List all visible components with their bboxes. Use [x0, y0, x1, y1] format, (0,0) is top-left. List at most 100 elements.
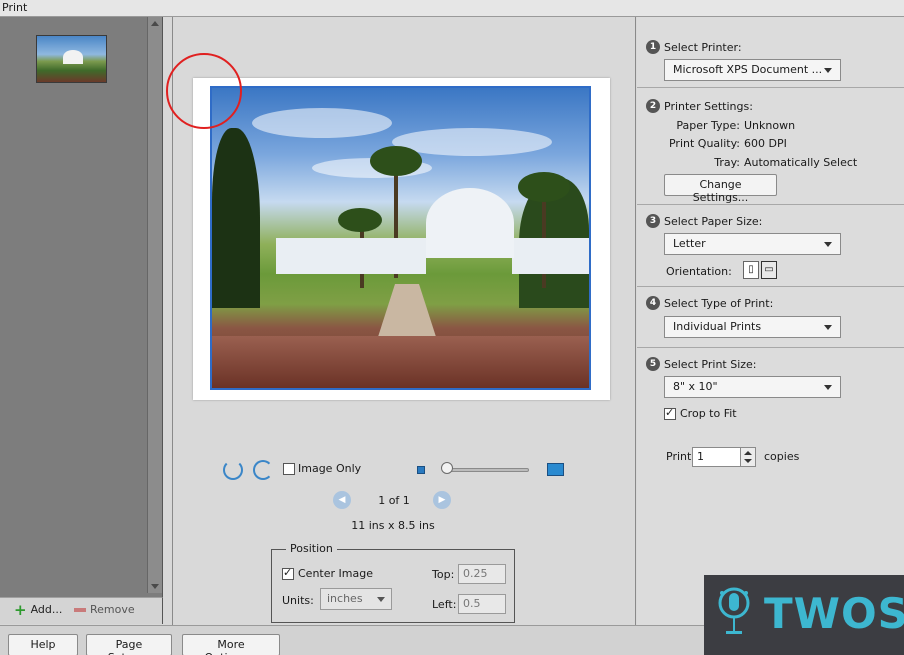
trees-left	[212, 128, 260, 308]
zoom-slider[interactable]	[447, 468, 529, 472]
chevron-down-icon	[824, 325, 832, 330]
conservatory-wing	[276, 238, 426, 274]
conservatory-wing	[512, 238, 589, 274]
more-options-button[interactable]: More Options...	[182, 634, 280, 655]
photo-thumbnail[interactable]	[36, 35, 107, 83]
units-select[interactable]: inches	[320, 588, 392, 610]
tray-label: Tray:	[714, 156, 740, 169]
crop-to-fit-checkbox[interactable]: Crop to Fit	[664, 406, 737, 420]
units-value: inches	[327, 592, 363, 605]
palm-crown	[518, 172, 570, 202]
next-page-icon[interactable]: ▶	[433, 491, 451, 509]
units-label: Units:	[282, 594, 314, 607]
brick-wall	[212, 336, 589, 388]
print-settings-panel: 1 Select Printer: Microsoft XPS Document…	[637, 17, 904, 625]
chevron-down-icon	[377, 597, 385, 602]
portrait-orientation-icon[interactable]: ▯	[743, 261, 759, 279]
paper-type-value: Unknown	[744, 119, 796, 132]
add-photo-button[interactable]: + Add...	[14, 600, 63, 619]
center-image-label: Center Image	[298, 567, 373, 580]
center-image-box[interactable]	[282, 566, 294, 580]
image-only-checkbox[interactable]: Image Only	[283, 462, 361, 475]
change-settings-button[interactable]: Change Settings...	[664, 174, 777, 204]
image-only-box[interactable]	[283, 462, 295, 475]
remove-label: Remove	[90, 603, 135, 616]
tray-value: Automatically Select	[744, 156, 858, 169]
help-button[interactable]: Help	[8, 634, 78, 655]
landscape-orientation-icon[interactable]: ▭	[761, 261, 777, 279]
print-size-value: 8" x 10"	[673, 380, 718, 393]
window-title: Print	[0, 0, 904, 17]
top-label: Top:	[432, 568, 455, 581]
palm-crown	[370, 146, 422, 176]
copies-label: copies	[764, 450, 800, 463]
cloud	[252, 108, 392, 138]
center-image-checkbox[interactable]: Center Image	[282, 566, 373, 580]
page-setup-button[interactable]: Page Setup...	[86, 634, 172, 655]
photo-preview[interactable]	[210, 86, 591, 390]
paper-size-select[interactable]: Letter	[664, 233, 841, 255]
left-label: Left:	[432, 598, 457, 611]
thumbnail-building	[63, 50, 83, 64]
print-size-title: Select Print Size:	[664, 358, 757, 371]
copies-input[interactable]: 1	[692, 447, 742, 467]
printer-settings-section: 2 Printer Settings: Paper Type: Unknown …	[637, 88, 904, 205]
thumbnail-scrollbar[interactable]	[147, 17, 162, 593]
position-group: Position Center Image Units: inches Top:…	[271, 542, 515, 623]
page-indicator: 1 of 1	[378, 494, 410, 507]
print-quality-value: 600 DPI	[744, 137, 787, 150]
thumbnail-actions: + Add... Remove	[0, 597, 163, 624]
step-number-badge: 1	[646, 40, 660, 54]
step-number-badge: 3	[646, 214, 660, 228]
print-type-select[interactable]: Individual Prints	[664, 316, 841, 338]
watermark-text: TWOS	[764, 589, 904, 638]
chevron-down-icon	[824, 242, 832, 247]
select-printer-title: Select Printer:	[664, 41, 742, 54]
scroll-down-arrow-icon[interactable]	[151, 584, 159, 589]
paper-size-title: Select Paper Size:	[664, 215, 763, 228]
page-dimensions: 11 ins x 8.5 ins	[351, 519, 435, 532]
print-type-section: 4 Select Type of Print: Individual Print…	[637, 287, 904, 348]
stepper-down-icon[interactable]	[744, 459, 752, 463]
printer-settings-title: Printer Settings:	[664, 100, 753, 113]
zoom-slider-thumb[interactable]	[441, 462, 453, 474]
rotate-left-icon[interactable]	[223, 460, 243, 480]
print-quality-label: Print Quality:	[668, 137, 740, 150]
orientation-label: Orientation:	[666, 265, 732, 278]
print-copies-label: Print	[666, 450, 692, 463]
minus-icon	[74, 607, 86, 612]
stepper-up-icon[interactable]	[744, 451, 752, 455]
print-size-select[interactable]: 8" x 10"	[664, 376, 841, 398]
conservatory-dome	[426, 188, 514, 258]
step-number-badge: 4	[646, 296, 660, 310]
left-offset-field[interactable]: 0.5	[458, 594, 506, 614]
zoom-out-icon[interactable]	[417, 466, 425, 474]
zoom-in-icon[interactable]	[547, 463, 564, 476]
top-offset-field[interactable]: 0.25	[458, 564, 506, 584]
previous-page-icon[interactable]: ◀	[333, 491, 351, 509]
printer-value: Microsoft XPS Document ...	[673, 63, 823, 76]
printer-select[interactable]: Microsoft XPS Document ...	[664, 59, 841, 81]
paper-size-value: Letter	[673, 237, 706, 250]
plus-icon: +	[14, 600, 27, 619]
chevron-down-icon	[824, 68, 832, 73]
add-label: Add...	[30, 603, 63, 616]
step-number-badge: 5	[646, 357, 660, 371]
crop-to-fit-label: Crop to Fit	[680, 407, 737, 420]
print-preview-area: Image Only ◀ 1 of 1 ▶ 11 ins x 8.5 ins P…	[166, 17, 636, 625]
image-only-label: Image Only	[298, 462, 362, 475]
rotate-right-icon[interactable]	[253, 460, 273, 480]
print-type-value: Individual Prints	[673, 320, 762, 333]
step-number-badge: 2	[646, 99, 660, 113]
chevron-down-icon	[824, 385, 832, 390]
scroll-up-arrow-icon[interactable]	[151, 21, 159, 26]
thumbnail-panel	[0, 17, 163, 597]
preview-controls: Image Only	[221, 460, 571, 482]
garden-path	[377, 284, 437, 340]
page-navigator: ◀ 1 of 1 ▶	[333, 491, 453, 509]
twos-watermark: TWOS	[704, 575, 904, 655]
remove-photo-button[interactable]: Remove	[74, 603, 135, 616]
crop-to-fit-box[interactable]	[664, 406, 676, 420]
copies-stepper[interactable]	[740, 447, 756, 467]
print-type-title: Select Type of Print:	[664, 297, 774, 310]
